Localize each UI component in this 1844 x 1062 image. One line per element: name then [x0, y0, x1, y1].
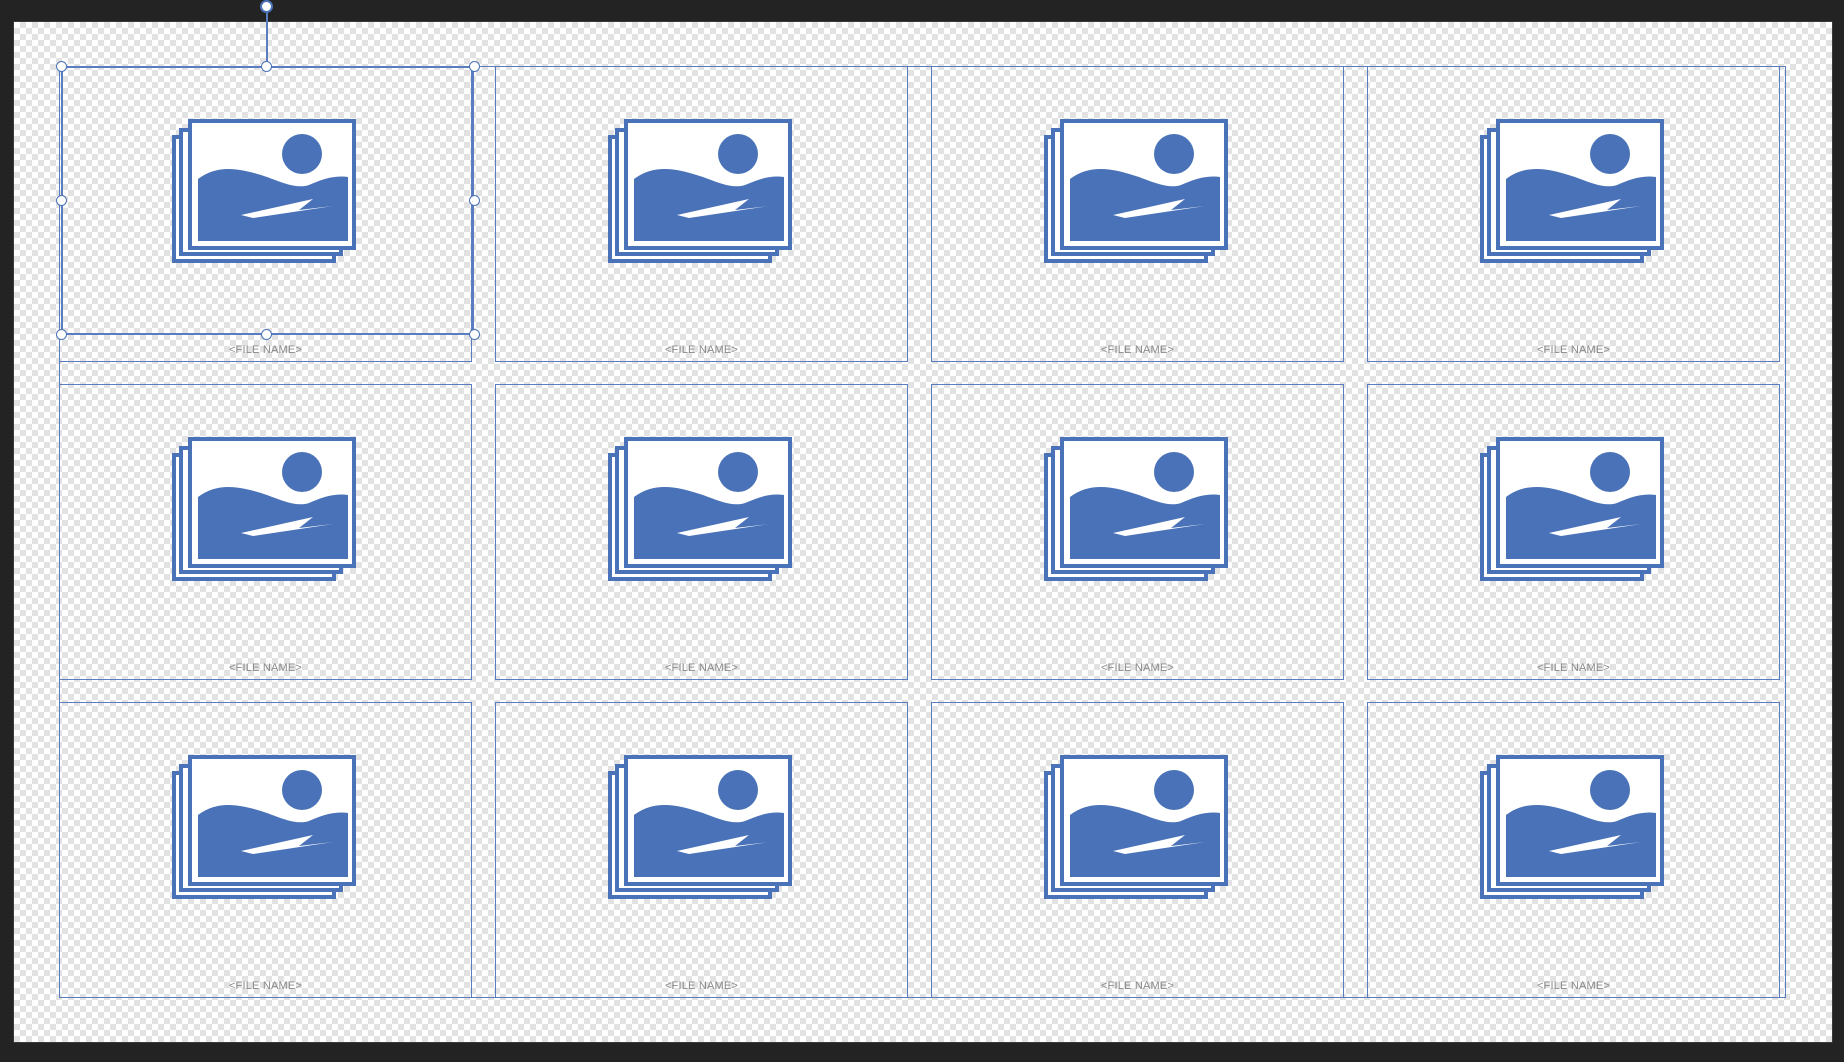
image-placeholder-cell[interactable]: <FILE NAME> — [1367, 384, 1780, 680]
image-placeholder-cell[interactable]: <FILE NAME> — [495, 66, 908, 362]
resize-handle-top-left[interactable] — [56, 61, 67, 72]
resize-handle-bottom-left[interactable] — [56, 329, 67, 340]
image-placeholder-cell[interactable]: <FILE NAME> — [495, 702, 908, 998]
resize-handle-bottom-right[interactable] — [469, 329, 480, 340]
image-placeholder-cell[interactable]: <FILE NAME> — [59, 384, 472, 680]
image-stack-icon — [172, 119, 356, 263]
image-placeholder-cell[interactable]: <FILE NAME> — [59, 66, 472, 362]
image-stack-icon — [172, 437, 356, 581]
file-name-caption: <FILE NAME> — [1100, 662, 1175, 674]
file-name-caption: <FILE NAME> — [228, 662, 303, 674]
image-placeholder-cell[interactable]: <FILE NAME> — [931, 384, 1344, 680]
file-name-caption: <FILE NAME> — [228, 980, 303, 992]
image-placeholder-cell[interactable]: <FILE NAME> — [931, 702, 1344, 998]
rotation-handle-stem — [266, 7, 268, 67]
file-name-caption: <FILE NAME> — [664, 344, 739, 356]
image-stack-icon — [608, 755, 792, 899]
rotation-handle[interactable] — [260, 0, 273, 13]
image-placeholder-cell[interactable]: <FILE NAME> — [1367, 702, 1780, 998]
file-name-caption: <FILE NAME> — [1536, 662, 1611, 674]
file-name-caption: <FILE NAME> — [1100, 344, 1175, 356]
file-name-caption: <FILE NAME> — [228, 344, 303, 356]
file-name-caption: <FILE NAME> — [1536, 344, 1611, 356]
image-stack-icon — [1044, 437, 1228, 581]
file-name-caption: <FILE NAME> — [1536, 980, 1611, 992]
image-placeholder-cell[interactable]: <FILE NAME> — [1367, 66, 1780, 362]
file-name-caption: <FILE NAME> — [1100, 980, 1175, 992]
image-stack-icon — [1480, 119, 1664, 263]
resize-handle-top-center[interactable] — [261, 61, 272, 72]
resize-handle-bottom-center[interactable] — [261, 329, 272, 340]
image-stack-icon — [1480, 755, 1664, 899]
file-name-caption: <FILE NAME> — [664, 662, 739, 674]
image-placeholder-cell[interactable]: <FILE NAME> — [495, 384, 908, 680]
image-stack-icon — [1480, 437, 1664, 581]
image-stack-icon — [1044, 755, 1228, 899]
image-stack-icon — [608, 437, 792, 581]
file-name-caption: <FILE NAME> — [664, 980, 739, 992]
image-stack-icon — [172, 755, 356, 899]
resize-handle-middle-left[interactable] — [56, 195, 67, 206]
image-placeholder-cell[interactable]: <FILE NAME> — [931, 66, 1344, 362]
image-stack-icon — [1044, 119, 1228, 263]
resize-handle-middle-right[interactable] — [469, 195, 480, 206]
resize-handle-top-right[interactable] — [469, 61, 480, 72]
image-placeholder-cell[interactable]: <FILE NAME> — [59, 702, 472, 998]
image-stack-icon — [608, 119, 792, 263]
